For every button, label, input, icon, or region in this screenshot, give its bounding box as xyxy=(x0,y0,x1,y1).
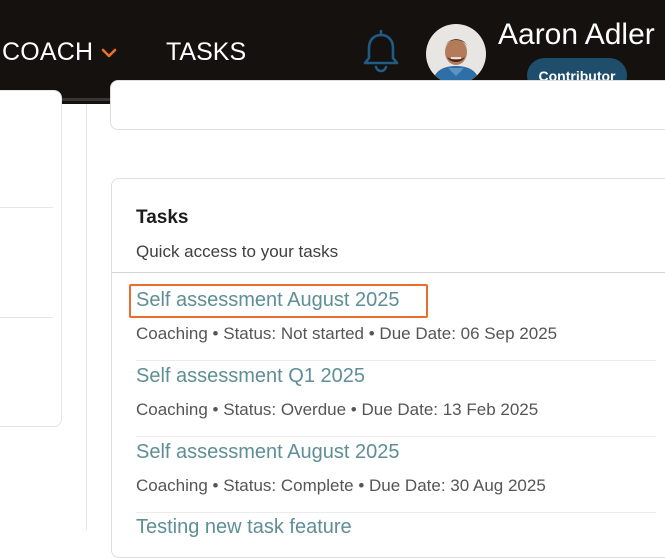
left-panel-divider xyxy=(0,207,53,208)
tasks-card-header-divider xyxy=(112,272,665,273)
task-item-meta: Coaching • Status: Overdue • Due Date: 1… xyxy=(136,400,539,419)
tasks-card-subtitle: Quick access to your tasks xyxy=(136,242,339,261)
task-item-meta: Coaching • Status: Not started • Due Dat… xyxy=(136,324,558,343)
bell-icon[interactable] xyxy=(360,28,402,79)
avatar[interactable] xyxy=(426,24,486,84)
task-item-title[interactable]: Self assessment August 2025 xyxy=(136,289,400,312)
tasks-card-title: Tasks xyxy=(136,207,189,228)
nav-tasks-link[interactable]: TASKS xyxy=(166,38,246,67)
task-item-title[interactable]: Self assessment Q1 2025 xyxy=(136,365,365,388)
task-item-title[interactable]: Testing new task feature xyxy=(136,516,352,539)
nav-coach-label: COACH xyxy=(2,38,94,66)
task-divider xyxy=(136,360,656,361)
column-divider xyxy=(86,104,87,530)
task-item-meta: Coaching • Status: Complete • Due Date: … xyxy=(136,476,546,495)
user-name: Aaron Adler xyxy=(498,18,655,51)
task-divider xyxy=(136,436,656,437)
previous-card xyxy=(110,80,665,130)
chevron-down-icon xyxy=(101,47,117,59)
left-panel xyxy=(0,90,62,427)
nav-coach-menu[interactable]: COACH xyxy=(2,38,117,67)
task-divider xyxy=(136,512,656,513)
left-panel-divider xyxy=(0,317,53,318)
task-item-title[interactable]: Self assessment August 2025 xyxy=(136,441,400,464)
